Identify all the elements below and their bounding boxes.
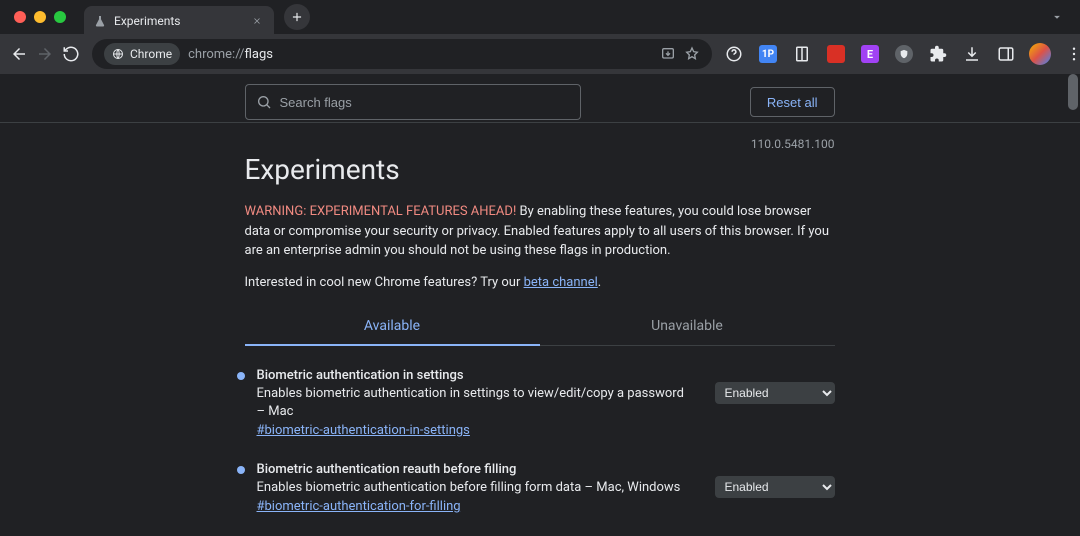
install-icon[interactable] [660, 46, 676, 62]
tab-overflow-button[interactable] [1042, 6, 1072, 28]
new-tab-button[interactable] [284, 4, 310, 30]
warning-prefix: WARNING: EXPERIMENTAL FEATURES AHEAD! [245, 204, 517, 219]
extension-purple-icon[interactable]: E [856, 40, 884, 68]
site-chip[interactable]: Chrome [104, 43, 180, 65]
titlebar: Experiments [0, 0, 1080, 34]
sidepanel-icon[interactable] [992, 40, 1020, 68]
url-prefix: chrome:// [188, 47, 244, 62]
flag-description: Enables biometric authentication before … [257, 479, 695, 497]
flag-search-field[interactable] [245, 84, 581, 120]
beta-prompt: Interested in cool new Chrome features? … [245, 275, 835, 290]
page-title: Experiments [245, 153, 835, 186]
flag-state-select[interactable]: DefaultEnabledDisabled [715, 382, 835, 404]
flask-icon [94, 15, 106, 27]
flag-description: Enables biometric authentication in sett… [257, 385, 695, 421]
back-button[interactable] [10, 40, 28, 68]
bookmark-star-icon[interactable] [684, 46, 700, 62]
tab-unavailable[interactable]: Unavailable [540, 308, 835, 345]
profile-avatar[interactable] [1026, 40, 1054, 68]
flag-title: Biometric authentication in settings [257, 368, 695, 383]
flag-entry: Biometric authentication reauth before f… [245, 462, 835, 514]
reset-all-button[interactable]: Reset all [750, 87, 835, 117]
extension-reader-icon[interactable] [788, 40, 816, 68]
flag-state-select[interactable]: DefaultEnabledDisabled [715, 476, 835, 498]
site-chip-label: Chrome [130, 47, 172, 61]
beta-channel-link[interactable]: beta channel [524, 275, 598, 290]
beta-prompt-suffix: . [598, 275, 601, 290]
warning-text: WARNING: EXPERIMENTAL FEATURES AHEAD! By… [245, 202, 835, 261]
header-divider [0, 122, 1080, 123]
flag-body: Biometric authentication in settings Enab… [257, 368, 715, 438]
search-icon [256, 94, 272, 110]
flags-list: Biometric authentication in settings Enab… [245, 368, 835, 536]
toolbar: Chrome chrome://flags 1P E [0, 34, 1080, 74]
kebab-menu-icon[interactable] [1060, 40, 1080, 68]
url-path: flags [245, 47, 273, 62]
reload-button[interactable] [62, 40, 80, 68]
extensions-puzzle-icon[interactable] [924, 40, 952, 68]
maximize-window-button[interactable] [54, 11, 66, 23]
close-tab-button[interactable] [250, 14, 264, 28]
tab-title: Experiments [114, 14, 242, 28]
url-text: chrome://flags [188, 47, 273, 62]
forward-button[interactable] [36, 40, 54, 68]
window-controls [8, 11, 66, 23]
extension-shield-icon[interactable] [890, 40, 918, 68]
modified-dot [237, 466, 245, 474]
flag-anchor-link[interactable]: #biometric-authentication-in-settings [257, 423, 695, 438]
flag-anchor-link[interactable]: #biometric-authentication-for-filling [257, 499, 695, 514]
globe-icon [112, 48, 124, 60]
modified-dot [237, 372, 245, 380]
extension-1password-icon[interactable]: 1P [754, 40, 782, 68]
flags-page: Reset all Experiments 110.0.5481.100 WAR… [245, 74, 835, 536]
flag-search-input[interactable] [280, 95, 570, 110]
beta-prompt-prefix: Interested in cool new Chrome features? … [245, 275, 524, 290]
flag-tabs: Available Unavailable [245, 308, 835, 346]
scrollbar-track[interactable] [1066, 74, 1080, 536]
omnibox[interactable]: Chrome chrome://flags [92, 39, 712, 69]
browser-window: Experiments [0, 0, 1080, 536]
flag-entry: Biometric authentication in settings Enab… [245, 368, 835, 438]
viewport: Reset all Experiments 110.0.5481.100 WAR… [0, 74, 1080, 536]
extension-red-icon[interactable] [822, 40, 850, 68]
browser-tab[interactable]: Experiments [84, 6, 274, 36]
tab-available[interactable]: Available [245, 308, 540, 346]
flag-title: Biometric authentication reauth before f… [257, 462, 695, 477]
minimize-window-button[interactable] [34, 11, 46, 23]
downloads-icon[interactable] [958, 40, 986, 68]
close-window-button[interactable] [14, 11, 26, 23]
flag-body: Biometric authentication reauth before f… [257, 462, 715, 514]
version-label: 110.0.5481.100 [751, 137, 835, 151]
help-icon[interactable] [720, 40, 748, 68]
scrollbar-thumb[interactable] [1068, 74, 1078, 110]
